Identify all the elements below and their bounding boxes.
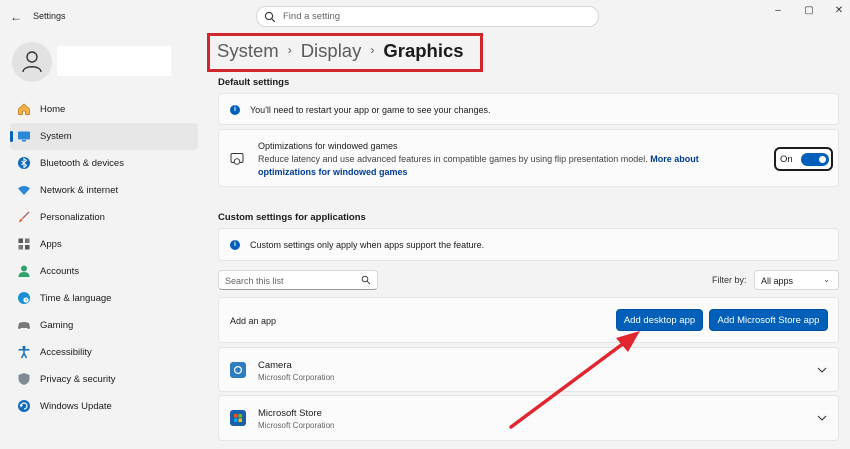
filter-label: Filter by:	[712, 275, 747, 285]
camera-app-icon	[230, 362, 246, 378]
bluetooth-icon	[18, 157, 30, 169]
app-publisher: Microsoft Corporation	[258, 373, 335, 382]
filter-dropdown[interactable]: All apps ⌄	[754, 270, 839, 290]
user-name-redacted	[57, 46, 171, 76]
avatar[interactable]	[12, 42, 52, 82]
home-icon	[18, 103, 30, 115]
sidebar-item-accessibility[interactable]: Accessibility	[10, 339, 198, 366]
windowed-games-description: Reduce latency and use advanced features…	[258, 154, 699, 164]
shield-icon	[18, 373, 30, 385]
apps-icon	[18, 238, 30, 250]
filter-value: All apps	[761, 276, 794, 286]
sidebar-item-label: Accessibility	[40, 347, 92, 358]
sidebar-item-label: Accounts	[40, 266, 80, 277]
app-list-item[interactable]: Camera Microsoft Corporation	[218, 347, 839, 392]
sidebar-item-gaming[interactable]: Gaming	[10, 312, 198, 339]
chevron-right-icon: ›	[370, 43, 375, 57]
sidebar-item-apps[interactable]: Apps	[10, 231, 198, 258]
sidebar-nav: Home System Bluetooth & devices Network …	[10, 96, 198, 420]
search-icon	[264, 11, 276, 23]
restart-notice-text: You'll need to restart your app or game …	[250, 105, 491, 115]
search-input[interactable]	[283, 9, 583, 24]
sidebar-item-label: System	[40, 131, 72, 142]
chevron-down-icon[interactable]	[816, 412, 828, 424]
close-icon[interactable]: ✕	[831, 4, 847, 18]
maximize-icon[interactable]: ▢	[801, 4, 817, 18]
minimize-icon[interactable]: –	[770, 4, 786, 18]
sidebar-item-network[interactable]: Network & internet	[10, 177, 198, 204]
search-list-input[interactable]	[225, 274, 355, 287]
restart-notice-card: i You'll need to restart your app or gam…	[218, 93, 839, 125]
sidebar-item-windows-update[interactable]: Windows Update	[10, 393, 198, 420]
system-icon	[18, 131, 30, 142]
sidebar-item-label: Gaming	[40, 320, 74, 331]
sidebar-item-time-language[interactable]: Time & language	[10, 285, 198, 312]
more-about-link[interactable]: More about	[650, 154, 699, 164]
account-icon	[18, 265, 30, 277]
info-icon: i	[230, 105, 240, 115]
windowed-games-title: Optimizations for windowed games	[258, 141, 398, 151]
page-title: Graphics	[383, 40, 464, 61]
sidebar-item-system[interactable]: System	[10, 123, 198, 150]
breadcrumb-display[interactable]: Display	[301, 40, 362, 61]
sidebar-item-label: Network & internet	[40, 185, 119, 196]
optimizations-link[interactable]: optimizations for windowed games	[258, 167, 408, 177]
globe-clock-icon	[18, 292, 30, 304]
default-settings-heading: Default settings	[218, 77, 290, 88]
windowed-games-desc-text: Reduce latency and use advanced features…	[258, 154, 648, 164]
back-arrow-icon[interactable]: ←	[8, 9, 24, 25]
sidebar-item-accounts[interactable]: Accounts	[10, 258, 198, 285]
add-app-label: Add an app	[230, 316, 277, 326]
brush-icon	[19, 211, 30, 223]
wifi-icon	[18, 186, 30, 195]
gamepad-icon	[18, 322, 30, 329]
store-app-icon	[230, 410, 246, 426]
breadcrumb-system[interactable]: System	[217, 40, 279, 61]
app-title: Settings	[33, 11, 66, 21]
chevron-down-icon: ⌄	[823, 275, 830, 284]
sidebar-item-privacy[interactable]: Privacy & security	[10, 366, 198, 393]
app-name: Microsoft Store	[258, 408, 322, 419]
user-icon	[22, 51, 42, 73]
toggle-state-label: On	[780, 154, 793, 165]
sidebar-item-home[interactable]: Home	[10, 96, 198, 123]
update-icon	[18, 400, 30, 412]
windowed-games-card: Optimizations for windowed games Reduce …	[218, 129, 839, 187]
accessibility-icon	[18, 345, 30, 359]
windowed-game-icon	[230, 153, 244, 165]
chevron-down-icon[interactable]	[816, 364, 828, 376]
sidebar-item-bluetooth[interactable]: Bluetooth & devices	[10, 150, 198, 177]
title-bar: ← Settings – ▢ ✕	[0, 0, 850, 34]
toggle-switch[interactable]	[801, 153, 829, 166]
search-icon	[361, 275, 371, 285]
find-setting-search[interactable]	[256, 6, 599, 27]
custom-settings-heading: Custom settings for applications	[218, 212, 366, 223]
toggle-knob	[819, 156, 826, 163]
search-list-field[interactable]	[218, 270, 378, 290]
app-publisher: Microsoft Corporation	[258, 421, 335, 430]
sidebar-item-personalization[interactable]: Personalization	[10, 204, 198, 231]
sidebar-item-label: Personalization	[40, 212, 105, 223]
app-list-item[interactable]: Microsoft Store Microsoft Corporation	[218, 395, 839, 441]
custom-notice-card: i Custom settings only apply when apps s…	[218, 228, 839, 261]
sidebar-item-label: Windows Update	[40, 401, 112, 412]
sidebar-item-label: Bluetooth & devices	[40, 158, 124, 169]
chevron-right-icon: ›	[287, 43, 292, 57]
sidebar-item-label: Apps	[40, 239, 62, 250]
custom-notice-text: Custom settings only apply when apps sup…	[250, 240, 485, 250]
app-name: Camera	[258, 360, 292, 371]
add-store-app-button[interactable]: Add Microsoft Store app	[709, 309, 828, 331]
sidebar-item-label: Home	[40, 104, 66, 115]
sidebar-item-label: Time & language	[40, 293, 112, 304]
sidebar-item-label: Privacy & security	[40, 374, 116, 385]
add-desktop-app-button[interactable]: Add desktop app	[616, 309, 703, 331]
sidebar: Home System Bluetooth & devices Network …	[0, 34, 205, 449]
breadcrumb: System › Display › Graphics	[217, 40, 464, 62]
info-icon: i	[230, 240, 240, 250]
windowed-games-toggle[interactable]: On	[774, 147, 833, 171]
